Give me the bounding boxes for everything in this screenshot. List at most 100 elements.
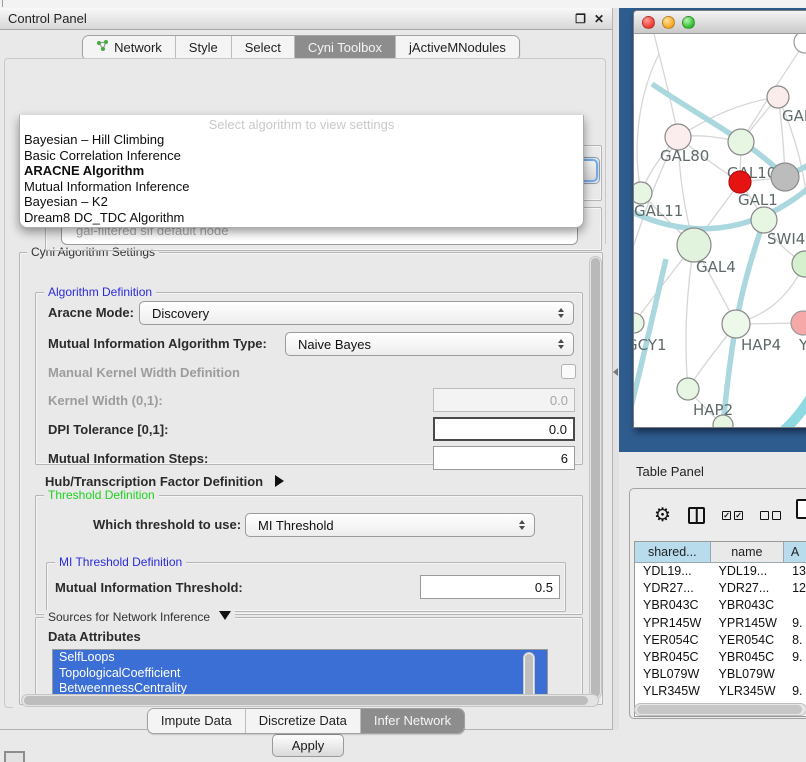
network-node-gal10[interactable] — [728, 129, 754, 155]
tab-style[interactable]: Style — [175, 36, 231, 60]
which-threshold-combobox[interactable]: MI Threshold — [245, 513, 535, 537]
attribute-list-item[interactable]: TopologicalCoefficient — [53, 666, 547, 682]
node-label: GCY1 — [634, 336, 667, 354]
mi-steps-label: Mutual Information Steps: — [48, 451, 208, 466]
table-cell: YDR27... — [635, 580, 711, 597]
network-edge[interactable] — [762, 386, 806, 428]
kernel-width-label: Kernel Width (0,1): — [48, 393, 163, 408]
network-node-y[interactable] — [791, 311, 806, 335]
mi-steps-field[interactable]: 6 — [433, 446, 575, 470]
new-table-icon[interactable] — [796, 499, 806, 519]
deselect-all-icon[interactable] — [760, 511, 781, 520]
table-cell: YDR27... — [711, 580, 785, 597]
dpi-tolerance-field[interactable]: 0.0 — [433, 417, 575, 441]
hub-definition-label[interactable]: Hub/Transcription Factor Definition — [45, 474, 284, 489]
algorithm-option[interactable]: Bayesian – K2 — [20, 194, 583, 210]
float-icon[interactable]: ❐ — [575, 13, 586, 25]
network-node-gal[interactable] — [767, 86, 789, 108]
table-horizontal-scrollbar[interactable] — [634, 703, 806, 716]
table-row[interactable]: YDR27...YDR27...12 — [635, 580, 806, 597]
mi-type-label: Mutual Information Algorithm Type: — [48, 336, 267, 351]
collapse-down-icon[interactable] — [219, 611, 231, 620]
table-toolbar: ⚙ ✓✓ — [630, 493, 806, 537]
network-node-gal4[interactable] — [677, 228, 711, 262]
table-row[interactable]: YBL079WYBL079W — [635, 666, 806, 683]
mi-threshold-groupbox: MI Threshold Definition Mutual Informati… — [46, 562, 566, 612]
network-node[interactable] — [794, 34, 806, 53]
minimize-traffic-icon[interactable] — [662, 16, 675, 29]
tab-infer-network[interactable]: Infer Network — [360, 709, 464, 733]
algorithm-option[interactable]: ARACNE Algorithm — [20, 163, 583, 179]
table-header[interactable]: shared...nameA — [635, 542, 806, 563]
table-row[interactable]: YPR145WYPR145W9. — [635, 615, 806, 632]
expand-right-icon[interactable] — [275, 475, 284, 487]
select-all-icon[interactable]: ✓✓ — [722, 511, 743, 520]
combo-arrows-icon — [558, 339, 564, 349]
network-node[interactable] — [771, 163, 799, 191]
column-header[interactable]: shared... — [635, 542, 711, 562]
network-node[interactable] — [792, 251, 806, 277]
network-graph-canvas[interactable]: GALGAL80GAL10GAL1GAL11SWI4GAL4GCY1HAP4YH… — [634, 34, 806, 428]
apply-button[interactable]: Apply — [272, 734, 344, 757]
tab-network[interactable]: Network — [83, 36, 175, 60]
node-table[interactable]: shared...nameA YDL19...YDL19...13YDR27..… — [634, 541, 806, 717]
network-edge[interactable] — [637, 54, 659, 193]
table-row[interactable]: YLR345WYLR345W9. — [635, 683, 806, 700]
close-traffic-icon[interactable] — [642, 16, 655, 29]
which-threshold-value: MI Threshold — [258, 518, 334, 533]
network-edge[interactable] — [686, 245, 694, 389]
tab-select[interactable]: Select — [231, 36, 294, 60]
combo-arrows-icon — [519, 520, 525, 530]
tab-jactivemnodules[interactable]: jActiveMNodules — [395, 36, 519, 60]
network-view-window[interactable]: GALGAL80GAL10GAL1GAL11SWI4GAL4GCY1HAP4YH… — [633, 10, 806, 428]
network-node-gal1[interactable] — [729, 171, 751, 193]
gear-icon[interactable]: ⚙ — [654, 506, 671, 525]
algorithm-option[interactable]: Bayesian – Hill Climbing — [20, 132, 583, 148]
settings-horizontal-scrollbar[interactable] — [21, 694, 599, 707]
settings-vertical-scrollbar[interactable] — [589, 256, 602, 699]
bottom-tabbar: Impute DataDiscretize DataInfer Network — [0, 708, 612, 734]
network-node-gcy1[interactable] — [634, 313, 644, 333]
network-window-titlebar[interactable] — [634, 11, 806, 34]
zoom-traffic-icon[interactable] — [682, 16, 695, 29]
table-cell: YER054C — [635, 632, 711, 649]
algorithm-option[interactable]: Basic Correlation Inference — [20, 148, 583, 164]
mi-threshold-field[interactable]: 0.5 — [420, 575, 560, 599]
column-header[interactable]: name — [711, 542, 785, 562]
close-icon[interactable]: ✕ — [594, 13, 604, 25]
tab-discretize-data[interactable]: Discretize Data — [245, 709, 360, 733]
algorithm-option[interactable]: Dream8 DC_TDC Algorithm — [20, 210, 583, 226]
splitter-collapse-icon[interactable] — [613, 368, 618, 376]
aracne-mode-value: Discovery — [152, 306, 209, 321]
data-attributes-label: Data Attributes — [48, 629, 141, 644]
network-node-hap4[interactable] — [722, 310, 750, 338]
table-cell: 12 — [784, 580, 806, 597]
dpi-tolerance-label: DPI Tolerance [0,1]: — [48, 422, 168, 437]
tab-label: jActiveMNodules — [409, 40, 506, 55]
aracne-mode-combobox[interactable]: Discovery — [139, 301, 574, 325]
table-cell: 13 — [784, 563, 806, 580]
table-row[interactable]: YBR045CYBR045C9. — [635, 649, 806, 666]
table-row[interactable]: YDL19...YDL19...13 — [635, 563, 806, 580]
kernel-width-field[interactable]: 0.0 — [433, 388, 575, 412]
network-node-gal11[interactable] — [634, 182, 652, 204]
column-header[interactable]: A — [784, 542, 806, 562]
table-cell: 9. — [784, 615, 806, 632]
mi-type-combobox[interactable]: Naive Bayes — [285, 332, 574, 356]
table-row[interactable]: YBR043CYBR043C — [635, 597, 806, 614]
attribute-list-item[interactable]: SelfLoops — [53, 650, 547, 666]
table-panel: ⚙ ✓✓ shared...nameA YDL19...YDL19...13YD… — [629, 488, 806, 719]
table-row[interactable]: YER054CYER054C8. — [635, 632, 806, 649]
sources-title[interactable]: Sources for Network Inference — [44, 610, 235, 624]
mi-threshold-value: 0.5 — [535, 580, 553, 595]
manual-kernel-checkbox[interactable] — [561, 364, 576, 379]
partial-icon[interactable] — [4, 751, 25, 762]
columns-icon[interactable] — [688, 507, 705, 524]
tab-cyni-toolbox[interactable]: Cyni Toolbox — [294, 36, 395, 60]
table-panel-title: Table Panel — [636, 464, 704, 479]
algorithm-option[interactable]: Mutual Information Inference — [20, 179, 583, 195]
algorithm-dropdown-popup: Select algorithm to view settings Bayesi… — [19, 115, 584, 228]
network-node-hap2[interactable] — [677, 378, 699, 400]
tab-impute-data[interactable]: Impute Data — [148, 709, 245, 733]
table-cell — [784, 666, 806, 683]
